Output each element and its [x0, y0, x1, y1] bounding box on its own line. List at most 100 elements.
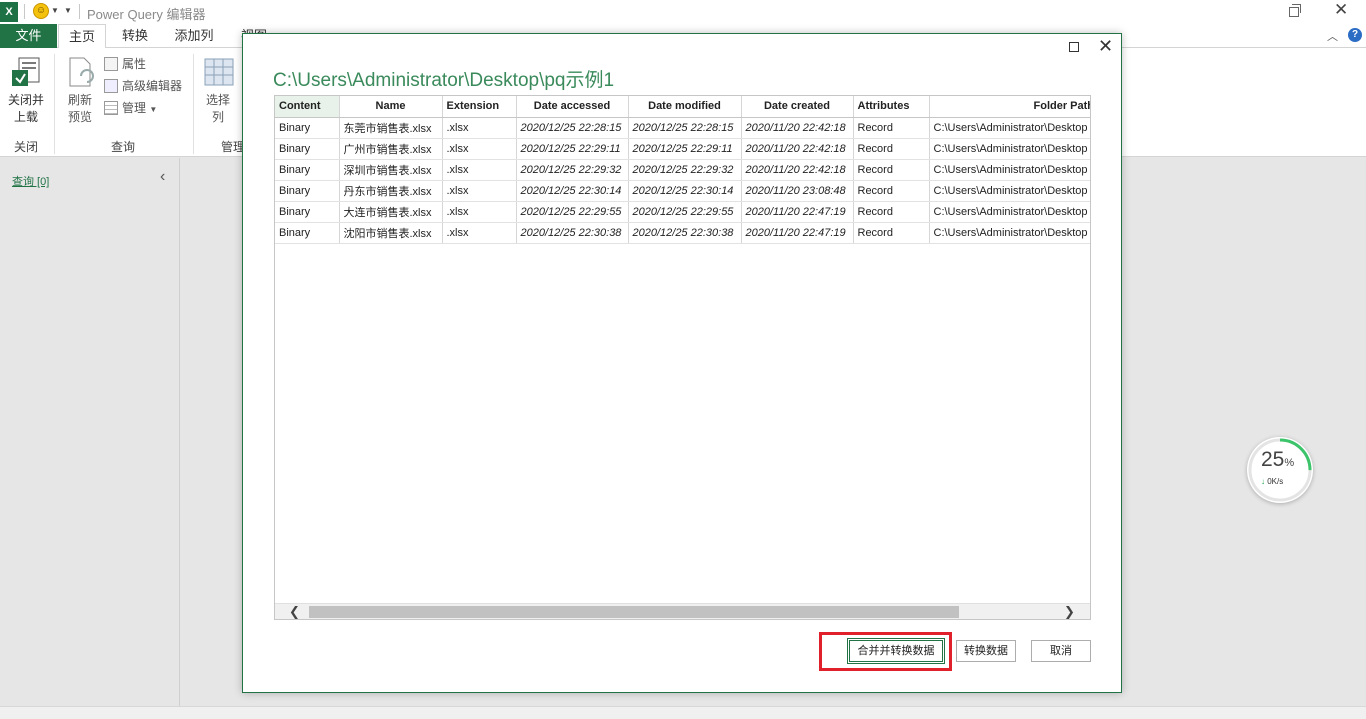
- title-separator: [79, 4, 80, 19]
- table-cell[interactable]: 2020/12/25 22:29:32: [628, 159, 742, 181]
- table-cell[interactable]: C:\Users\Administrator\Desktop: [929, 138, 1090, 160]
- table-row[interactable]: Binary 丹东市销售表.xlsx .xlsx 2020/12/25 22:30:1…: [275, 180, 1090, 202]
- column-header[interactable]: Date modified: [628, 96, 742, 118]
- table-cell[interactable]: .xlsx: [442, 201, 517, 223]
- manage-icon: [104, 101, 118, 115]
- customize-toolbar-icon[interactable]: ▼: [64, 6, 72, 15]
- excel-logo-icon: X: [0, 2, 18, 22]
- table-row[interactable]: Binary 大连市销售表.xlsx .xlsx 2020/12/25 22:29:5…: [275, 201, 1090, 223]
- table-cell[interactable]: Binary: [275, 117, 340, 139]
- choose-columns-label: 选择 列: [205, 93, 230, 124]
- table-cell[interactable]: 2020/12/25 22:29:32: [516, 159, 629, 181]
- table-cell[interactable]: 2020/11/20 22:42:18: [741, 138, 854, 160]
- table-row[interactable]: Binary 广州市销售表.xlsx .xlsx 2020/12/25 22:29:1…: [275, 138, 1090, 160]
- column-header[interactable]: Name: [339, 96, 443, 118]
- maximize-dialog-icon[interactable]: [1069, 42, 1079, 52]
- table-cell[interactable]: .xlsx: [442, 222, 517, 244]
- table-cell[interactable]: .xlsx: [442, 180, 517, 202]
- table-cell[interactable]: 2020/12/25 22:30:14: [628, 180, 742, 202]
- chevron-down-icon: ▼: [149, 105, 158, 114]
- feedback-smiley-icon[interactable]: ☺: [33, 3, 49, 19]
- table-cell[interactable]: Binary: [275, 201, 340, 223]
- close-dialog-icon[interactable]: ✕: [1098, 36, 1113, 57]
- cancel-button[interactable]: 取消: [1031, 640, 1091, 662]
- table-cell[interactable]: 2020/12/25 22:29:11: [628, 138, 742, 160]
- advanced-editor-button[interactable]: 高级编辑器: [104, 77, 182, 95]
- horizontal-scrollbar[interactable]: ❮ ❯: [275, 603, 1090, 619]
- table-row[interactable]: Binary 沈阳市销售表.xlsx .xlsx 2020/12/25 22:30:3…: [275, 222, 1090, 244]
- table-cell[interactable]: .xlsx: [442, 159, 517, 181]
- collapse-pane-icon[interactable]: ‹: [160, 168, 165, 186]
- table-row[interactable]: Binary 深圳市销售表.xlsx .xlsx 2020/12/25 22:29:3…: [275, 159, 1090, 181]
- network-monitor-widget[interactable]: 25% ↓ 0K/s: [1247, 437, 1313, 503]
- table-cell[interactable]: Binary: [275, 222, 340, 244]
- queries-count-link[interactable]: 查询 [0]: [12, 173, 49, 189]
- tab-home[interactable]: 主页: [58, 24, 106, 49]
- combine-transform-button[interactable]: 合并并转换数据: [847, 638, 945, 664]
- table-cell[interactable]: Record: [853, 201, 930, 223]
- table-cell[interactable]: 2020/12/25 22:30:38: [516, 222, 629, 244]
- table-cell[interactable]: C:\Users\Administrator\Desktop: [929, 117, 1090, 139]
- table-cell[interactable]: 大连市销售表.xlsx: [339, 201, 443, 223]
- table-cell[interactable]: 丹东市销售表.xlsx: [339, 180, 443, 202]
- table-cell[interactable]: 2020/11/20 22:42:18: [741, 159, 854, 181]
- choose-columns-button[interactable]: 选择 列: [200, 54, 240, 130]
- table-cell[interactable]: 2020/11/20 22:47:19: [741, 222, 854, 244]
- close-load-button[interactable]: 关闭并 上载: [4, 54, 48, 130]
- table-cell[interactable]: Binary: [275, 159, 340, 181]
- table-cell[interactable]: Record: [853, 180, 930, 202]
- table-cell[interactable]: 2020/12/25 22:30:38: [628, 222, 742, 244]
- column-header[interactable]: Date accessed: [516, 96, 629, 118]
- table-cell[interactable]: 2020/12/25 22:28:15: [516, 117, 629, 139]
- transform-data-button[interactable]: 转换数据: [956, 640, 1016, 662]
- column-header[interactable]: Content: [275, 96, 340, 118]
- manage-button[interactable]: 管理 ▼: [104, 99, 157, 117]
- folder-preview-dialog: ✕ C:\Users\Administrator\Desktop\pq示例1 C…: [242, 33, 1122, 693]
- column-header[interactable]: Date created: [741, 96, 854, 118]
- properties-button[interactable]: 属性: [104, 55, 146, 73]
- restore-window-icon[interactable]: [1289, 4, 1301, 17]
- column-header[interactable]: Folder Path: [929, 96, 1090, 118]
- table-cell[interactable]: C:\Users\Administrator\Desktop: [929, 159, 1090, 181]
- table-row[interactable]: Binary 东莞市销售表.xlsx .xlsx 2020/12/25 22:28:1…: [275, 117, 1090, 139]
- table-cell[interactable]: C:\Users\Administrator\Desktop: [929, 222, 1090, 244]
- table-cell[interactable]: Binary: [275, 138, 340, 160]
- table-cell[interactable]: 广州市销售表.xlsx: [339, 138, 443, 160]
- table-cell[interactable]: Binary: [275, 180, 340, 202]
- table-cell[interactable]: .xlsx: [442, 138, 517, 160]
- table-cell[interactable]: Record: [853, 222, 930, 244]
- column-header[interactable]: Extension: [442, 96, 517, 118]
- refresh-preview-button[interactable]: 刷新 预览: [60, 54, 100, 130]
- tab-transform[interactable]: 转换: [112, 24, 158, 48]
- properties-label: 属性: [122, 57, 147, 71]
- table-cell[interactable]: 2020/11/20 23:08:48: [741, 180, 854, 202]
- scroll-left-icon[interactable]: ❮: [289, 604, 300, 619]
- help-icon[interactable]: ?: [1348, 28, 1362, 42]
- tab-file[interactable]: 文件: [0, 24, 57, 48]
- group-divider: [54, 54, 55, 154]
- tab-add-column[interactable]: 添加列: [168, 24, 220, 48]
- table-cell[interactable]: 沈阳市销售表.xlsx: [339, 222, 443, 244]
- scroll-thumb[interactable]: [309, 606, 959, 618]
- table-cell[interactable]: C:\Users\Administrator\Desktop: [929, 180, 1090, 202]
- table-cell[interactable]: 2020/11/20 22:47:19: [741, 201, 854, 223]
- advanced-editor-icon: [104, 79, 118, 93]
- collapse-ribbon-icon[interactable]: ︿: [1327, 28, 1338, 44]
- table-cell[interactable]: C:\Users\Administrator\Desktop: [929, 201, 1090, 223]
- table-cell[interactable]: 2020/12/25 22:29:55: [628, 201, 742, 223]
- table-cell[interactable]: 2020/12/25 22:29:11: [516, 138, 629, 160]
- table-cell[interactable]: .xlsx: [442, 117, 517, 139]
- table-cell[interactable]: 东莞市销售表.xlsx: [339, 117, 443, 139]
- table-cell[interactable]: 2020/12/25 22:29:55: [516, 201, 629, 223]
- table-cell[interactable]: 深圳市销售表.xlsx: [339, 159, 443, 181]
- close-window-icon[interactable]: ✕: [1334, 0, 1348, 20]
- table-cell[interactable]: 2020/11/20 22:42:18: [741, 117, 854, 139]
- chevron-down-icon[interactable]: ▼: [51, 6, 59, 15]
- table-cell[interactable]: Record: [853, 159, 930, 181]
- table-cell[interactable]: Record: [853, 117, 930, 139]
- scroll-right-icon[interactable]: ❯: [1064, 604, 1075, 619]
- table-cell[interactable]: 2020/12/25 22:28:15: [628, 117, 742, 139]
- column-header[interactable]: Attributes: [853, 96, 930, 118]
- table-cell[interactable]: Record: [853, 138, 930, 160]
- table-cell[interactable]: 2020/12/25 22:30:14: [516, 180, 629, 202]
